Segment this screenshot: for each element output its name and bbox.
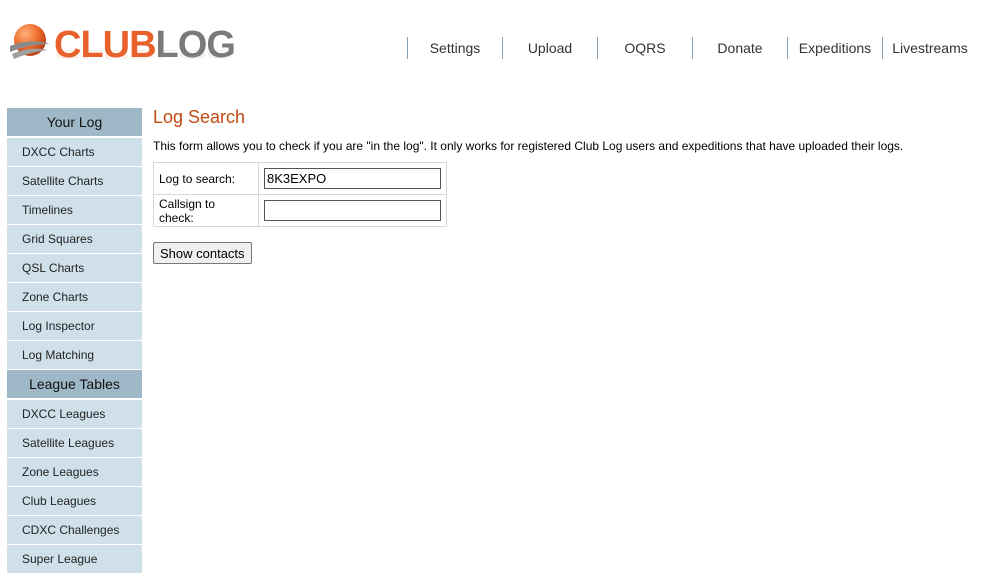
log-to-search-input[interactable] [264, 168, 441, 189]
clublog-logo[interactable]: CLUBLOG CLUBLOG [8, 20, 236, 78]
sidebar-item-cdxc-challenges[interactable]: CDXC Challenges [7, 516, 142, 544]
sidebar-item-dxcc-charts[interactable]: DXCC Charts [7, 138, 142, 166]
sidebar-item-qsl-charts[interactable]: QSL Charts [7, 254, 142, 282]
logo-text: CLUBLOG [54, 24, 236, 66]
sidebar: Your Log DXCC Charts Satellite Charts Ti… [7, 108, 142, 574]
nav-expeditions[interactable]: Expeditions [787, 37, 882, 59]
intro-text: This form allows you to check if you are… [153, 139, 904, 153]
sidebar-item-satellite-leagues[interactable]: Satellite Leagues [7, 429, 142, 457]
globe-icon [10, 24, 50, 59]
log-search-form: Log to search: Callsign to check: [153, 162, 447, 227]
sidebar-item-dxcc-leagues[interactable]: DXCC Leagues [7, 400, 142, 428]
sidebar-item-grid-squares[interactable]: Grid Squares [7, 225, 142, 253]
nav-settings[interactable]: Settings [407, 37, 502, 59]
log-to-search-label: Log to search: [153, 162, 259, 195]
page-title: Log Search [153, 107, 246, 127]
sidebar-item-log-inspector[interactable]: Log Inspector [7, 312, 142, 340]
sidebar-item-super-league[interactable]: Super League [7, 545, 142, 573]
sidebar-item-zone-leagues[interactable]: Zone Leagues [7, 458, 142, 486]
sidebar-item-satellite-charts[interactable]: Satellite Charts [7, 167, 142, 195]
nav-livestreams[interactable]: Livestreams [882, 37, 977, 59]
nav-oqrs[interactable]: OQRS [597, 37, 692, 59]
show-contacts-button[interactable]: Show contacts [153, 242, 252, 264]
nav-upload[interactable]: Upload [502, 37, 597, 59]
sidebar-item-timelines[interactable]: Timelines [7, 196, 142, 224]
nav-donate[interactable]: Donate [692, 37, 787, 59]
sidebar-header-your-log[interactable]: Your Log [7, 108, 142, 137]
callsign-label: Callsign to check: [153, 194, 259, 227]
sidebar-item-zone-charts[interactable]: Zone Charts [7, 283, 142, 311]
main-content: Log Search This form allows you to check… [153, 106, 963, 264]
sidebar-item-log-matching[interactable]: Log Matching [7, 341, 142, 369]
sidebar-item-club-leagues[interactable]: Club Leagues [7, 487, 142, 515]
callsign-input[interactable] [264, 200, 441, 221]
sidebar-header-league-tables[interactable]: League Tables [7, 370, 142, 399]
